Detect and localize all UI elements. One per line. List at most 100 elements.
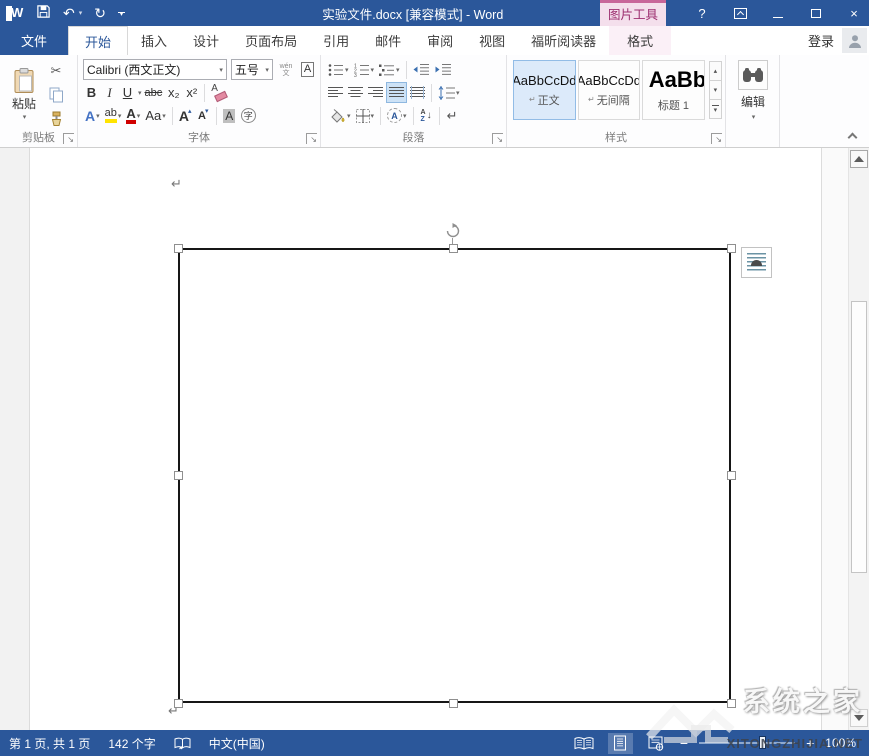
character-shading-button[interactable]: A bbox=[221, 105, 238, 126]
save-button[interactable] bbox=[36, 4, 51, 22]
redo-button[interactable]: ↻ bbox=[94, 6, 106, 20]
borders-button[interactable]: ▾ bbox=[354, 105, 377, 126]
tab-home[interactable]: 开始 bbox=[68, 26, 128, 55]
styles-scroll-up[interactable]: ▴ bbox=[709, 61, 722, 81]
underline-dropdown[interactable]: ▾ bbox=[138, 89, 142, 97]
customize-qat-button[interactable]: ▾ bbox=[118, 12, 125, 15]
print-layout-button[interactable] bbox=[608, 733, 633, 754]
bullets-button[interactable]: ▾ bbox=[326, 59, 351, 80]
styles-dialog-launcher[interactable]: ↘ bbox=[711, 133, 722, 144]
grow-font-button[interactable]: A▴ bbox=[177, 105, 194, 126]
selection-handle-top-right[interactable] bbox=[727, 244, 736, 253]
line-spacing-button[interactable]: ▾ bbox=[436, 82, 462, 103]
paste-button[interactable]: 粘贴 ▾ bbox=[3, 58, 45, 130]
superscript-button[interactable]: x² bbox=[183, 82, 200, 103]
font-size-select[interactable]: 五号 ▾ bbox=[231, 59, 273, 80]
maximize-button[interactable] bbox=[809, 0, 823, 26]
subscript-button[interactable]: x₂ bbox=[165, 82, 182, 103]
styles-scroll-down[interactable]: ▾ bbox=[709, 80, 722, 100]
zoom-in-button[interactable]: + bbox=[806, 735, 814, 751]
font-color-button[interactable]: A▾ bbox=[124, 105, 142, 126]
rotate-handle[interactable] bbox=[445, 223, 461, 239]
tab-mailings[interactable]: 邮件 bbox=[362, 26, 414, 55]
layout-options-button[interactable] bbox=[741, 247, 772, 278]
tab-insert[interactable]: 插入 bbox=[128, 26, 180, 55]
zoom-level[interactable]: 100% bbox=[825, 736, 856, 750]
zoom-slider-thumb[interactable] bbox=[759, 736, 766, 749]
selection-handle-bottom-right[interactable] bbox=[727, 699, 736, 708]
find-button[interactable] bbox=[738, 60, 768, 90]
tab-references[interactable]: 引用 bbox=[310, 26, 362, 55]
underline-button[interactable]: U bbox=[119, 82, 136, 103]
clipboard-dialog-launcher[interactable]: ↘ bbox=[63, 133, 74, 144]
bold-button[interactable]: B bbox=[83, 82, 100, 103]
help-button[interactable]: ? bbox=[695, 0, 709, 26]
sign-in-link[interactable]: 登录 bbox=[800, 26, 842, 55]
tab-review[interactable]: 审阅 bbox=[414, 26, 466, 55]
text-effects-button[interactable]: A▾ bbox=[83, 105, 102, 126]
style-normal[interactable]: AaBbCcDd ↵正文 bbox=[513, 60, 576, 120]
change-case-button[interactable]: Aa▾ bbox=[143, 105, 167, 126]
tab-view[interactable]: 视图 bbox=[466, 26, 518, 55]
italic-button[interactable]: I bbox=[101, 82, 118, 103]
web-layout-button[interactable] bbox=[644, 733, 669, 754]
page-number-status[interactable]: 第 1 页, 共 1 页 bbox=[0, 730, 99, 756]
styles-more-button[interactable]: ▾ bbox=[709, 99, 722, 119]
word-logo-icon[interactable]: W bbox=[6, 5, 24, 22]
vertical-scrollbar[interactable] bbox=[848, 148, 869, 730]
copy-button[interactable] bbox=[45, 84, 67, 106]
zoom-out-button[interactable]: − bbox=[680, 735, 688, 751]
phonetic-guide-button[interactable]: wén 文 bbox=[274, 59, 294, 80]
selection-handle-middle-left[interactable] bbox=[174, 471, 183, 480]
scrollbar-thumb[interactable] bbox=[851, 301, 867, 573]
show-hide-marks-button[interactable]: ↵ bbox=[444, 105, 461, 126]
paragraph-dialog-launcher[interactable]: ↘ bbox=[492, 133, 503, 144]
selection-handle-top-left[interactable] bbox=[174, 244, 183, 253]
decrease-indent-button[interactable] bbox=[411, 59, 432, 80]
strikethrough-button[interactable]: abc bbox=[143, 82, 165, 103]
font-dialog-launcher[interactable]: ↘ bbox=[306, 133, 317, 144]
selection-handle-bottom-center[interactable] bbox=[449, 699, 458, 708]
align-right-button[interactable] bbox=[366, 82, 385, 103]
undo-button[interactable]: ↶ bbox=[63, 6, 75, 20]
tab-foxit-reader[interactable]: 福昕阅读器 bbox=[518, 26, 609, 55]
tab-picture-format[interactable]: 格式 bbox=[609, 26, 671, 55]
tab-page-layout[interactable]: 页面布局 bbox=[232, 26, 310, 55]
sort-button[interactable]: A Z ↓ bbox=[418, 105, 435, 126]
language-status[interactable]: 中文(中国) bbox=[200, 730, 274, 756]
distribute-button[interactable] bbox=[408, 82, 427, 103]
selection-handle-bottom-left[interactable] bbox=[174, 699, 183, 708]
tab-design[interactable]: 设计 bbox=[180, 26, 232, 55]
multilevel-list-button[interactable]: ▾ bbox=[377, 59, 402, 80]
scroll-up-button[interactable] bbox=[850, 150, 868, 168]
enclose-characters-button[interactable]: 字 bbox=[239, 105, 258, 126]
shrink-font-button[interactable]: A▾ bbox=[195, 105, 212, 126]
asian-layout-button[interactable]: A ▾ bbox=[385, 105, 409, 126]
highlight-color-button[interactable]: ab▾ bbox=[103, 105, 124, 126]
read-mode-button[interactable] bbox=[572, 733, 597, 754]
minimize-button[interactable] bbox=[771, 0, 785, 26]
cut-button[interactable]: ✂ bbox=[45, 60, 67, 82]
account-avatar[interactable] bbox=[842, 28, 867, 53]
undo-dropdown[interactable]: ▾ bbox=[79, 9, 83, 17]
word-count-status[interactable]: 142 个字 bbox=[99, 730, 164, 756]
proofing-status[interactable] bbox=[165, 730, 200, 756]
style-heading-1[interactable]: AaBb 标题 1 bbox=[642, 60, 705, 120]
clear-formatting-button[interactable]: A bbox=[209, 82, 229, 103]
align-left-button[interactable] bbox=[326, 82, 345, 103]
justify-button[interactable] bbox=[386, 82, 407, 103]
font-name-select[interactable]: Calibri (西文正文) ▾ bbox=[83, 59, 227, 80]
editing-dropdown[interactable]: ▾ bbox=[752, 113, 756, 121]
selected-picture[interactable] bbox=[178, 248, 731, 703]
character-border-button[interactable]: A bbox=[295, 59, 316, 80]
format-painter-button[interactable] bbox=[45, 108, 67, 130]
collapse-ribbon-button[interactable] bbox=[849, 131, 857, 139]
style-no-spacing[interactable]: AaBbCcDd ↵无间隔 bbox=[578, 60, 641, 120]
align-center-button[interactable] bbox=[346, 82, 365, 103]
close-button[interactable]: × bbox=[847, 0, 861, 26]
ribbon-display-options-button[interactable] bbox=[733, 0, 747, 26]
tab-file[interactable]: 文件 bbox=[0, 26, 68, 55]
zoom-slider[interactable] bbox=[699, 742, 795, 744]
numbering-button[interactable]: 123 ▾ bbox=[352, 59, 377, 80]
selection-handle-top-center[interactable] bbox=[449, 244, 458, 253]
